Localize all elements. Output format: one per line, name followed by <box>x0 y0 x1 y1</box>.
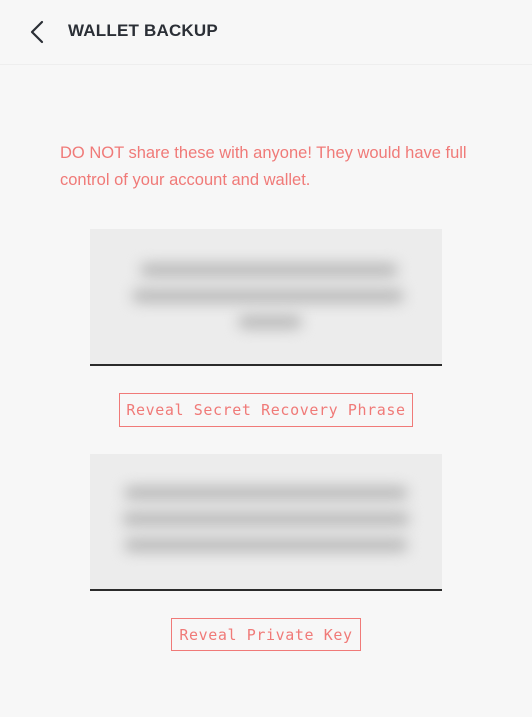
blurred-text <box>238 315 302 329</box>
blurred-text <box>122 512 410 526</box>
private-key-blurred-box <box>90 454 442 591</box>
reveal-private-key-button[interactable]: Reveal Private Key <box>171 618 361 651</box>
blurred-text <box>124 538 408 552</box>
back-button[interactable] <box>22 16 52 48</box>
blurred-text <box>140 263 398 277</box>
recovery-phrase-blurred-box <box>90 229 442 366</box>
header-bar: WALLET BACKUP <box>0 0 532 65</box>
reveal-secret-recovery-phrase-button[interactable]: Reveal Secret Recovery Phrase <box>119 393 413 427</box>
chevron-left-icon <box>30 20 44 44</box>
page-title: WALLET BACKUP <box>68 21 218 40</box>
blurred-text <box>132 289 404 303</box>
blurred-text <box>124 486 408 500</box>
security-warning: DO NOT share these with anyone! They wou… <box>60 144 467 189</box>
